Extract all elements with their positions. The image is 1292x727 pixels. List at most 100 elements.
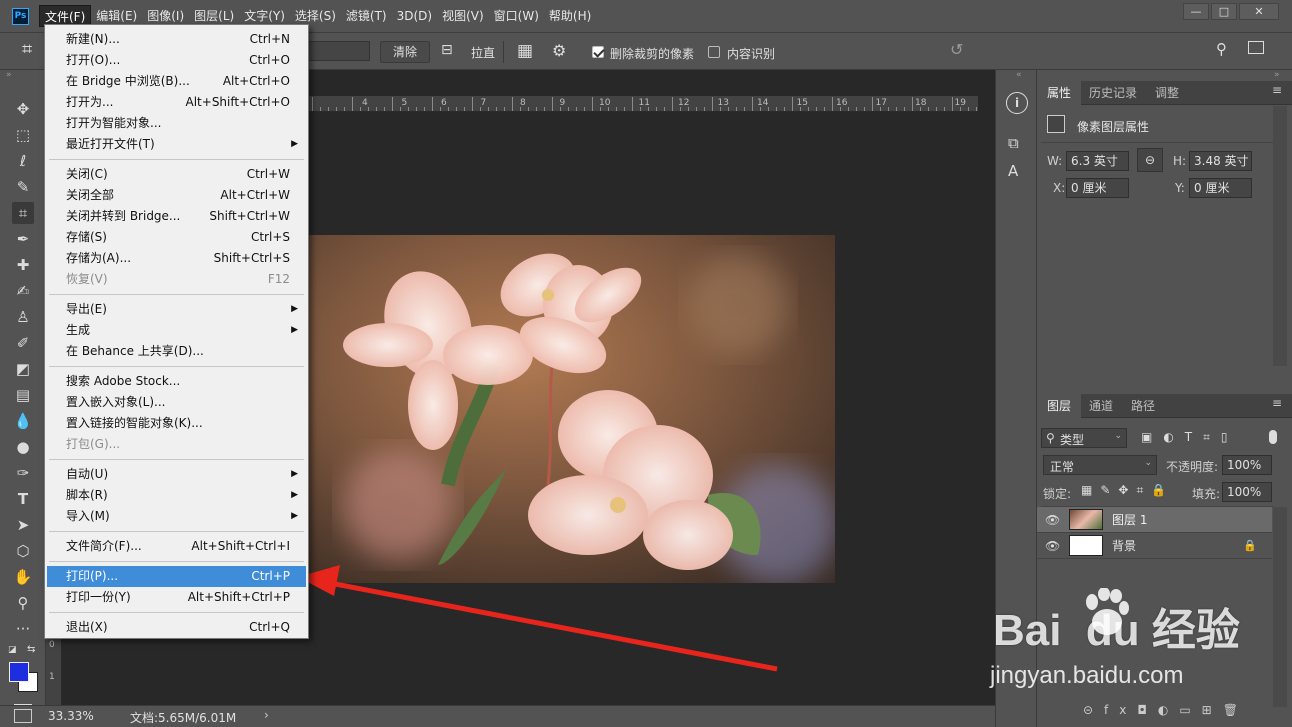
info-icon[interactable]: i [1006, 92, 1028, 114]
file-menu-item[interactable]: 文件简介(F)... Alt+Shift+Ctrl+I [47, 536, 306, 557]
tab-paths[interactable]: 路径 [1121, 394, 1165, 418]
lock-label: 锁定: [1043, 487, 1072, 501]
file-menu-item[interactable]: 在 Behance 上共享(D)... [47, 341, 306, 362]
layer-filter-icons[interactable]: ▣◐T⌗▯ [1141, 430, 1239, 445]
file-menu-item[interactable]: 存储为(A)... Shift+Ctrl+S [47, 248, 306, 269]
h-label: H: [1173, 154, 1187, 168]
file-menu-item[interactable]: 导出(E) ▶ [47, 299, 306, 320]
menu-item-label: 在 Bridge 中浏览(B)... [66, 74, 190, 88]
layer-filter-select[interactable]: ⚲ 类型 ⌄ [1041, 428, 1127, 448]
zoom-level[interactable]: 33.33% [48, 709, 94, 723]
height-field[interactable]: 3.48 英寸 [1189, 151, 1252, 171]
tab-properties[interactable]: 属性 [1037, 81, 1082, 105]
file-menu-item[interactable]: 存储(S) Ctrl+S [47, 227, 306, 248]
file-menu-item[interactable]: 生成 ▶ [47, 320, 306, 341]
blend-mode-select[interactable]: 正常 ⌄ [1043, 455, 1157, 475]
menu-item-shortcut: Ctrl+W [246, 167, 290, 181]
file-menu-item[interactable]: 打印(P)... Ctrl+P [47, 566, 306, 587]
file-menu-item: 恢复(V) F12 [47, 269, 306, 290]
file-menu-item[interactable]: 打开为... Alt+Shift+Ctrl+O [47, 92, 306, 113]
layer-name[interactable]: 图层 1 [1112, 511, 1147, 528]
layer-name[interactable]: 背景 [1112, 537, 1136, 554]
visibility-eye-icon[interactable]: 👁 [1045, 513, 1060, 527]
file-menu-item[interactable]: 自动(U) ▶ [47, 464, 306, 485]
file-menu-item[interactable]: 打开为智能对象... [47, 113, 306, 134]
menu-item-shortcut: Alt+Ctrl+W [220, 188, 290, 202]
file-menu-item[interactable]: 置入嵌入对象(L)... [47, 392, 306, 413]
layer-row-background[interactable]: 👁 背景 🔒 [1037, 533, 1272, 559]
properties-icon[interactable]: ⧉ [1008, 134, 1019, 152]
file-menu-item[interactable]: 置入链接的智能对象(K)... [47, 413, 306, 434]
layer-row-layer1[interactable]: 👁 图层 1 [1037, 507, 1272, 533]
opacity-field[interactable]: 100% [1222, 455, 1272, 475]
lock-icon: 🔒 [1243, 539, 1257, 552]
menu-item-label: 最近打开文件(T) [66, 137, 155, 151]
x-field[interactable]: 0 厘米 [1066, 178, 1129, 198]
file-menu-item[interactable]: 新建(N)... Ctrl+N [47, 29, 306, 50]
file-menu-item[interactable]: 关闭全部 Alt+Ctrl+W [47, 185, 306, 206]
chevron-down-icon: ⌄ [1144, 458, 1152, 468]
menu-item-label: 打印一份(Y) [66, 590, 131, 604]
file-menu-item[interactable]: 退出(X) Ctrl+Q [47, 617, 306, 638]
menu-item-label: 存储(S) [66, 230, 107, 244]
properties-scrollbar[interactable] [1273, 106, 1287, 366]
file-menu-item[interactable]: 在 Bridge 中浏览(B)... Alt+Ctrl+O [47, 71, 306, 92]
baidu-paw-icon [1082, 587, 1130, 638]
visibility-eye-icon[interactable]: 👁 [1045, 539, 1060, 553]
file-menu-item[interactable]: 最近打开文件(T) ▶ [47, 134, 306, 155]
menu-item-label: 在 Behance 上共享(D)... [66, 344, 204, 358]
menu-item-shortcut: Ctrl+S [250, 230, 290, 244]
panel-menu-icon[interactable]: ≡ [1272, 83, 1282, 97]
tab-layers[interactable]: 图层 [1037, 394, 1082, 418]
character-icon[interactable]: A [1008, 162, 1018, 180]
file-menu-item[interactable]: 打印一份(Y) Alt+Shift+Ctrl+P [47, 587, 306, 608]
fill-field[interactable]: 100% [1222, 482, 1272, 502]
layers-scrollbar[interactable] [1273, 507, 1287, 707]
menu-item-shortcut: Alt+Ctrl+O [222, 74, 290, 88]
menu-item-shortcut: Alt+Shift+Ctrl+P [187, 590, 290, 604]
baidu-watermark-url: jingyan.baidu.com [990, 662, 1184, 689]
tab-history[interactable]: 历史记录 [1079, 81, 1147, 105]
file-menu-item[interactable]: 打开(O)... Ctrl+O [47, 50, 306, 71]
fill-label: 填充: [1192, 487, 1221, 501]
filter-toggle-icon[interactable] [1269, 430, 1277, 444]
y-field[interactable]: 0 厘米 [1189, 178, 1252, 198]
document-info: 文档:5.65M/6.01M [130, 711, 237, 725]
x-label: X: [1053, 181, 1066, 195]
file-menu-item[interactable]: 导入(M) ▶ [47, 506, 306, 527]
opacity-label: 不透明度: [1166, 460, 1219, 474]
w-label: W: [1047, 154, 1063, 168]
layer-bottom-icons[interactable]: ⊝fx◘◐▭⊞🗑 [1083, 703, 1249, 717]
layers-menu-icon[interactable]: ≡ [1272, 396, 1282, 410]
menu-item-shortcut: Ctrl+O [249, 53, 290, 67]
file-menu-item[interactable]: 关闭(C) Ctrl+W [47, 164, 306, 185]
file-menu-item[interactable]: 关闭并转到 Bridge... Shift+Ctrl+W [47, 206, 306, 227]
tab-adjustments[interactable]: 调整 [1145, 81, 1189, 105]
status-menu-icon[interactable]: › [264, 708, 269, 722]
lock-icons[interactable]: ▦✎✥⌗🔒 [1081, 483, 1174, 498]
chevron-down-icon: ⌄ [1114, 431, 1122, 441]
file-menu-item[interactable]: 搜索 Adobe Stock... [47, 371, 306, 392]
y-label: Y: [1175, 181, 1185, 195]
menu-item-shortcut: Ctrl+N [249, 32, 290, 46]
file-menu-item[interactable]: 脚本(R) ▶ [47, 485, 306, 506]
menu-item-label: 脚本(R) [66, 488, 108, 502]
width-field[interactable]: 6.3 英寸 [1066, 151, 1129, 171]
menu-item-shortcut: Alt+Shift+Ctrl+O [185, 95, 290, 109]
blend-mode-value: 正常 [1050, 460, 1075, 474]
collapse-strip-icon[interactable]: « [1016, 70, 1022, 80]
submenu-arrow-icon: ▶ [291, 511, 298, 521]
menu-item-label: 退出(X) [66, 620, 108, 634]
submenu-arrow-icon: ▶ [291, 490, 298, 500]
menu-item-label: 打包(G)... [66, 437, 121, 451]
collapse-panels-icon[interactable]: » [1274, 70, 1280, 80]
screen-mode-icon[interactable] [14, 709, 32, 723]
tab-channels[interactable]: 通道 [1079, 394, 1123, 418]
menu-item-label: 打印(P)... [66, 569, 119, 583]
menu-item-shortcut: Shift+Ctrl+S [213, 251, 290, 265]
menu-item-shortcut: Shift+Ctrl+W [209, 209, 290, 223]
menu-item-label: 存储为(A)... [66, 251, 132, 265]
menu-item-label: 关闭并转到 Bridge... [66, 209, 181, 223]
menu-item-label: 置入链接的智能对象(K)... [66, 416, 203, 430]
link-icon[interactable]: ⊖ [1137, 148, 1163, 172]
